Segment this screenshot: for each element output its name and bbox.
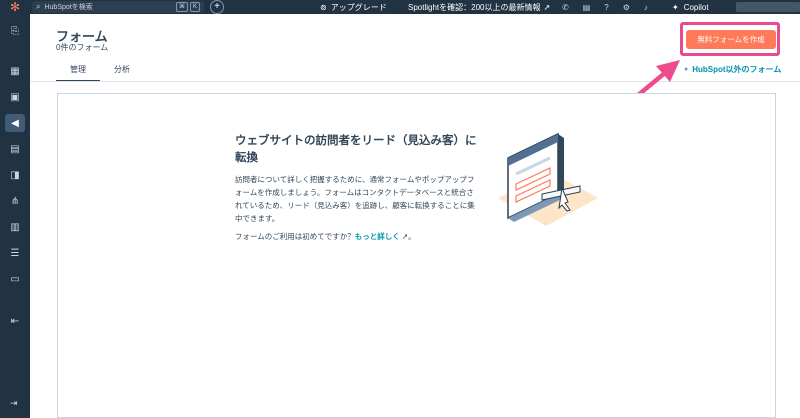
settings-icon[interactable]: ⚙ [623, 3, 630, 12]
library-icon[interactable]: ▭ [5, 270, 25, 288]
copilot-button[interactable]: ✦ Copilot [672, 0, 709, 14]
external-link-icon: ↗ [399, 232, 409, 241]
data-icon[interactable]: ☰ [5, 244, 25, 262]
page-tabs: 管理 分析 [56, 58, 144, 82]
contacts-icon[interactable]: ▣ [5, 88, 25, 106]
dashboard-icon[interactable]: ▦ [5, 62, 25, 80]
commerce-icon[interactable]: ◨ [5, 166, 25, 184]
non-hubspot-forms-link[interactable]: ● HubSpot以外のフォーム [684, 64, 781, 75]
tab-analyze[interactable]: 分析 [100, 58, 144, 82]
empty-state-help: フォームのご利用は初めてですか？もっと詳しく ↗。 [235, 232, 416, 241]
empty-state-description: 訪問者について詳しく把握するために、通常フォームやポップアップフォームを作成しま… [235, 175, 475, 223]
hubspot-logo-icon[interactable]: ✻ [0, 0, 30, 14]
search-icon: ⌕ [36, 2, 41, 11]
collapse-icon[interactable]: ⇤ [5, 312, 25, 330]
empty-state-title: ウェブサイトの訪問者をリード（見込み客）に転換 [235, 135, 477, 164]
tab-manage[interactable]: 管理 [56, 58, 100, 82]
search-shortcut: ⌘ K [175, 2, 200, 12]
reporting-icon[interactable]: ▥ [5, 218, 25, 236]
sidebar-footer-icon[interactable]: ⇥ [10, 398, 18, 409]
notifications-icon[interactable]: ♪ [644, 3, 648, 12]
copilot-sparkle-icon: ✦ [672, 2, 679, 12]
upgrade-link[interactable]: ⊚ アップグレード [320, 0, 387, 14]
form-illustration-icon [498, 132, 598, 226]
bookmark-icon[interactable]: ⎘ [5, 22, 25, 40]
global-search-input[interactable]: ⌕ HubSpotを検索 ⌘ K [32, 1, 204, 13]
external-link-icon: ↗ [543, 2, 551, 12]
upgrade-icon: ⊚ [320, 2, 327, 12]
create-new-button[interactable]: + [210, 0, 224, 14]
automation-icon[interactable]: ⋔ [5, 192, 25, 210]
spotlight-link[interactable]: Spotlightを確認：200以上の最新情報 ↗ [408, 0, 550, 14]
account-menu[interactable] [736, 2, 800, 12]
learn-more-link[interactable]: もっと詳しく [355, 232, 400, 241]
search-placeholder: HubSpotを検索 [44, 4, 93, 11]
phone-icon[interactable]: ✆ [562, 3, 569, 12]
top-navigation-bar: ✻ ⌕ HubSpotを検索 ⌘ K + ⊚ アップグレード Spotlight… [0, 0, 800, 14]
content-icon[interactable]: ▤ [5, 140, 25, 158]
left-sidebar: ⎘ ▦ ▣ ◀ ▤ ◨ ⋔ ▥ ☰ ▭ ⇤ [0, 14, 30, 418]
marketing-icon[interactable]: ◀ [5, 114, 25, 132]
form-count: 0件のフォーム [56, 43, 109, 52]
help-icon[interactable]: ? [604, 3, 608, 12]
marketplace-icon[interactable]: ▤ [583, 3, 591, 12]
top-utility-icons: ✆ ▤ ? ⚙ ♪ [562, 0, 648, 14]
